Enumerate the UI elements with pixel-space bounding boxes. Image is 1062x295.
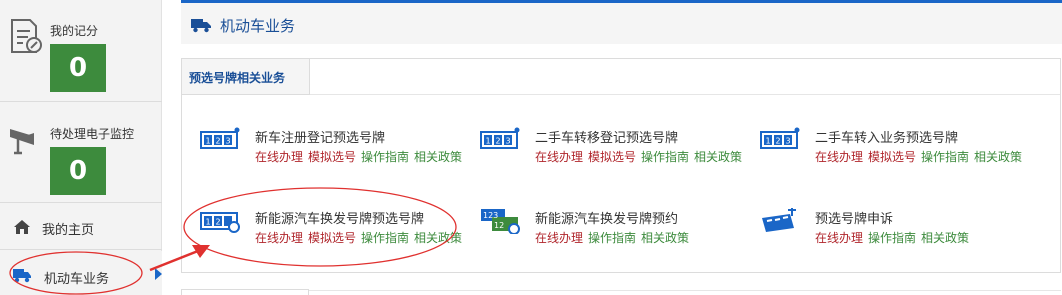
main-content: 机动车业务 预选号牌相关业务 1 2 3 新车注册登记预选号牌 在线办理模拟选号…: [181, 0, 1062, 295]
service-title[interactable]: 新能源汽车换发号牌预约: [535, 208, 678, 227]
svg-text:1: 1: [206, 137, 211, 146]
scorecard-icon: [11, 19, 42, 53]
tab-plate-preselection[interactable]: 预选号牌相关业务: [182, 59, 310, 95]
svg-text:1: 1: [486, 137, 491, 146]
sidebar-item-label: 机动车业务: [44, 272, 110, 287]
stat-pending-monitoring[interactable]: 待处理电子监控 0: [0, 103, 162, 203]
service-title[interactable]: 预选号牌申诉: [815, 208, 893, 227]
stat-my-score[interactable]: 我的记分 0: [0, 0, 162, 102]
link-policy[interactable]: 相关政策: [974, 150, 1022, 164]
link-policy[interactable]: 相关政策: [641, 231, 689, 245]
home-icon: [14, 220, 30, 234]
service-links: 在线办理 模拟选号 操作指南 相关政策: [815, 148, 1027, 165]
service-links: 在线办理 操作指南 相关政策: [815, 229, 974, 246]
service-title[interactable]: 新能源汽车换发号牌预选号牌: [255, 208, 424, 227]
stat-label: 我的记分: [50, 24, 99, 38]
service-links: 在线办理 模拟选号 操作指南 相关政策: [255, 229, 467, 246]
link-guide[interactable]: 操作指南: [868, 231, 916, 245]
link-guide[interactable]: 操作指南: [361, 231, 409, 245]
sidebar: 我的记分 0 待处理电子监控 0 我的主页 机动车业务: [0, 0, 162, 295]
sidebar-item-vehicle[interactable]: 机动车业务: [0, 251, 162, 295]
service-title[interactable]: 二手车转移登记预选号牌: [535, 127, 678, 146]
svg-text:2: 2: [776, 137, 781, 146]
service-title[interactable]: 新车注册登记预选号牌: [255, 127, 385, 146]
service-links: 在线办理 模拟选号 操作指南 相关政策: [255, 148, 467, 165]
next-panel-divider: [309, 290, 1061, 291]
link-online[interactable]: 在线办理: [535, 231, 583, 245]
link-online[interactable]: 在线办理: [255, 150, 303, 164]
link-policy[interactable]: 相关政策: [921, 231, 969, 245]
license-plate-icon: 1 2: [200, 212, 240, 233]
svg-text:2: 2: [216, 218, 221, 227]
link-policy[interactable]: 相关政策: [414, 231, 462, 245]
link-online[interactable]: 在线办理: [815, 150, 863, 164]
stat-count-badge[interactable]: 0: [50, 147, 106, 195]
link-guide[interactable]: 操作指南: [641, 150, 689, 164]
svg-text:3: 3: [226, 137, 231, 146]
svg-text:3: 3: [506, 137, 511, 146]
link-policy[interactable]: 相关政策: [414, 150, 462, 164]
svg-text:1: 1: [206, 218, 211, 227]
svg-text:3: 3: [786, 137, 791, 146]
truck-icon: [13, 269, 31, 283]
caret-right-icon: [155, 268, 162, 280]
sidebar-item-label: 我的主页: [42, 223, 95, 238]
stat-label: 待处理电子监控: [50, 127, 135, 141]
service-links: 在线办理 操作指南 相关政策: [535, 229, 694, 246]
stat-count-badge[interactable]: 0: [50, 44, 106, 92]
link-guide[interactable]: 操作指南: [361, 150, 409, 164]
services-panel: 预选号牌相关业务 1 2 3 新车注册登记预选号牌 在线办理 模拟选号 操作指南 相关…: [181, 58, 1061, 273]
tab-label: 预选号牌相关业务: [189, 71, 286, 85]
link-online[interactable]: 在线办理: [535, 150, 583, 164]
link-simulate[interactable]: 模拟选号: [868, 150, 916, 164]
page-title: 机动车业务: [220, 17, 296, 35]
license-plate-icon: 1 2 3: [480, 127, 520, 149]
next-panel-tab: [181, 289, 309, 295]
link-simulate[interactable]: 模拟选号: [588, 150, 636, 164]
service-links: 在线办理 模拟选号 操作指南 相关政策: [535, 148, 747, 165]
license-plate-icon: 1 2 3: [200, 127, 240, 149]
truck-icon: [191, 19, 211, 33]
link-guide[interactable]: 操作指南: [588, 231, 636, 245]
sidebar-item-home[interactable]: 我的主页: [0, 204, 162, 250]
plate-appointment-icon: 123 12: [481, 209, 520, 234]
link-policy[interactable]: 相关政策: [694, 150, 742, 164]
link-online[interactable]: 在线办理: [815, 231, 863, 245]
svg-text:2: 2: [216, 137, 221, 146]
tab-divider: [310, 94, 1060, 95]
svg-text:12: 12: [494, 221, 504, 230]
service-title[interactable]: 二手车转入业务预选号牌: [815, 127, 958, 146]
appeal-plate-icon: [762, 208, 796, 232]
section-header: 机动车业务: [181, 0, 1062, 44]
svg-text:123: 123: [483, 211, 498, 220]
link-online[interactable]: 在线办理: [255, 231, 303, 245]
camera-icon: [10, 129, 34, 155]
svg-text:1: 1: [766, 137, 771, 146]
page: 我的记分 0 待处理电子监控 0 我的主页 机动车业务 机动车业务 预选号牌相关…: [0, 0, 1062, 295]
svg-text:2: 2: [496, 137, 501, 146]
link-simulate[interactable]: 模拟选号: [308, 150, 356, 164]
link-guide[interactable]: 操作指南: [921, 150, 969, 164]
link-simulate[interactable]: 模拟选号: [308, 231, 356, 245]
license-plate-icon: 1 2 3: [760, 127, 800, 149]
